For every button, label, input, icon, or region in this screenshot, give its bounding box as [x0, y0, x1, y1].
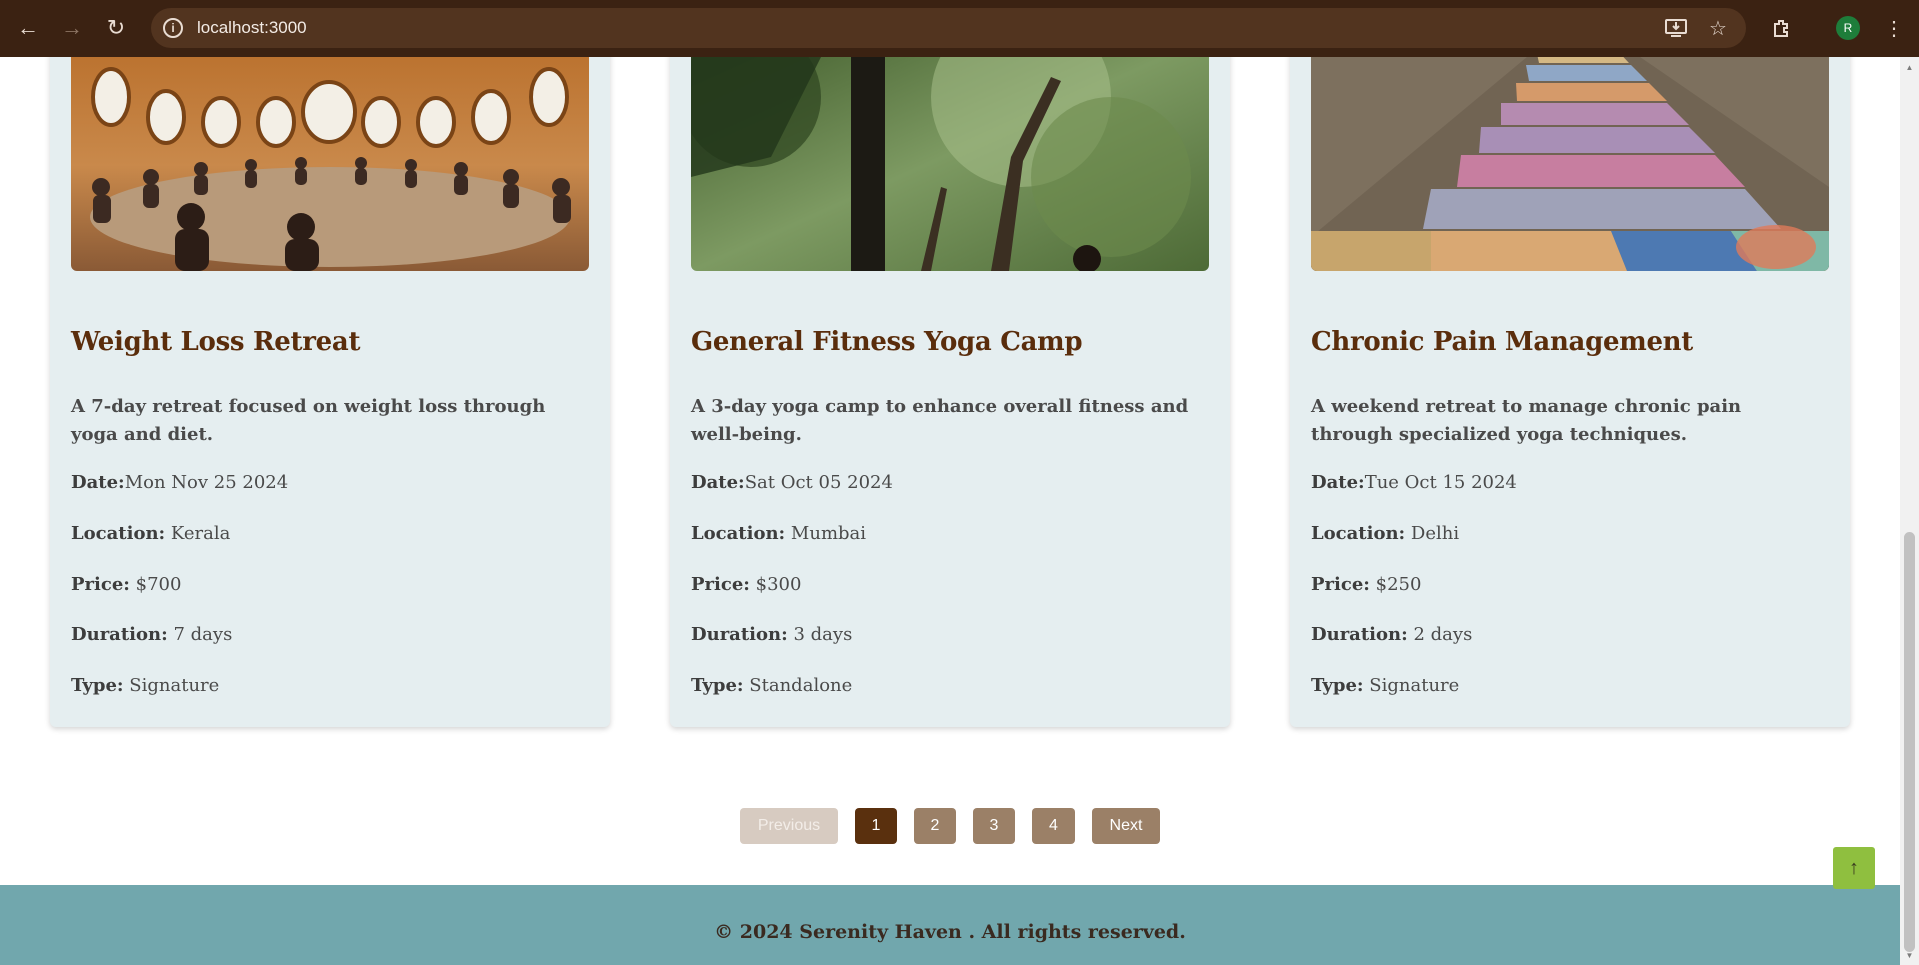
retreat-type: Type: Standalone — [691, 675, 852, 696]
forward-icon[interactable]: → — [52, 8, 92, 48]
retreat-duration: Duration: 7 days — [71, 624, 232, 645]
duration-label: Duration: — [691, 624, 788, 645]
retreat-location: Location: Kerala — [71, 523, 230, 544]
retreat-type: Type: Signature — [1311, 675, 1459, 696]
page-scrollbar[interactable]: ▲ ▼ — [1900, 57, 1919, 965]
copyright-text: © 2024 Serenity Haven . All rights reser… — [714, 920, 1186, 943]
retreat-image — [71, 57, 589, 271]
previous-page-button[interactable]: Previous — [740, 808, 838, 844]
retreat-price: Price: $700 — [71, 574, 181, 595]
retreat-location: Location: Delhi — [1311, 523, 1459, 544]
type-label: Type: — [691, 675, 744, 696]
location-value: Delhi — [1410, 523, 1460, 544]
duration-value: 3 days — [793, 624, 853, 645]
retreat-image — [691, 57, 1209, 271]
type-label: Type: — [1311, 675, 1364, 696]
retreat-description: A 7-day retreat focused on weight loss t… — [71, 396, 546, 445]
retreat-title: General Fitness Yoga Camp — [691, 327, 1083, 357]
retreat-title: Weight Loss Retreat — [71, 327, 361, 357]
duration-label: Duration: — [71, 624, 168, 645]
price-value: $300 — [755, 574, 802, 595]
retreat-image — [1311, 57, 1829, 271]
retreat-date: Date:Mon Nov 25 2024 — [71, 472, 288, 493]
type-value: Signature — [1369, 675, 1460, 696]
back-icon[interactable]: ← — [8, 8, 48, 48]
price-value: $250 — [1375, 574, 1422, 595]
retreat-description: A weekend retreat to manage chronic pain… — [1311, 396, 1742, 445]
date-label: Date: — [691, 472, 745, 493]
retreat-price: Price: $250 — [1311, 574, 1421, 595]
type-value: Standalone — [749, 675, 853, 696]
site-info-icon[interactable]: i — [163, 18, 183, 38]
type-value: Signature — [129, 675, 220, 696]
duration-value: 7 days — [173, 624, 233, 645]
duration-value: 2 days — [1413, 624, 1473, 645]
date-label: Date: — [1311, 472, 1365, 493]
back-to-top-button[interactable]: ↑ — [1833, 847, 1875, 889]
page-content: Weight Loss Retreat A 7-day retreat focu… — [0, 57, 1900, 965]
pagination: Previous 1 2 3 4 Next — [0, 808, 1900, 844]
retreat-card[interactable]: Chronic Pain Management A weekend retrea… — [1290, 57, 1850, 727]
retreat-title: Chronic Pain Management — [1311, 327, 1693, 357]
page-button-4[interactable]: 4 — [1032, 808, 1075, 844]
profile-avatar[interactable]: R — [1836, 16, 1860, 40]
extensions-icon[interactable] — [1768, 14, 1796, 42]
more-menu-icon[interactable]: ⋮ — [1880, 14, 1908, 42]
duration-label: Duration: — [1311, 624, 1408, 645]
browser-toolbar: ← → ↻ i localhost:3000 ☆ R ⋮ — [0, 0, 1919, 57]
page-button-1[interactable]: 1 — [855, 808, 897, 844]
site-footer: © 2024 Serenity Haven . All rights reser… — [0, 885, 1900, 965]
retreat-card[interactable]: Weight Loss Retreat A 7-day retreat focu… — [50, 57, 610, 727]
date-value: Sat Oct 05 2024 — [744, 472, 893, 493]
location-label: Location: — [691, 523, 786, 544]
retreat-date: Date:Sat Oct 05 2024 — [691, 472, 893, 493]
scroll-up-icon[interactable]: ▲ — [1904, 61, 1915, 73]
scrollbar-thumb[interactable] — [1904, 532, 1915, 952]
date-label: Date: — [71, 472, 125, 493]
scroll-down-icon[interactable]: ▼ — [1904, 949, 1915, 961]
retreat-card[interactable]: General Fitness Yoga Camp A 3-day yoga c… — [670, 57, 1230, 727]
date-value: Mon Nov 25 2024 — [124, 472, 289, 493]
retreat-description: A 3-day yoga camp to enhance overall fit… — [691, 396, 1189, 445]
retreat-price: Price: $300 — [691, 574, 801, 595]
address-bar[interactable]: i localhost:3000 — [151, 8, 1746, 48]
price-value: $700 — [135, 574, 182, 595]
price-label: Price: — [1311, 574, 1370, 595]
page-button-3[interactable]: 3 — [973, 808, 1015, 844]
reload-icon[interactable]: ↻ — [96, 8, 136, 48]
retreat-duration: Duration: 2 days — [1311, 624, 1472, 645]
retreat-location: Location: Mumbai — [691, 523, 866, 544]
location-label: Location: — [1311, 523, 1406, 544]
retreat-type: Type: Signature — [71, 675, 219, 696]
type-label: Type: — [71, 675, 124, 696]
bookmark-star-icon[interactable]: ☆ — [1704, 14, 1732, 42]
location-label: Location: — [71, 523, 166, 544]
price-label: Price: — [71, 574, 130, 595]
url-text[interactable]: localhost:3000 — [197, 18, 307, 38]
next-page-button[interactable]: Next — [1092, 808, 1160, 844]
date-value: Tue Oct 15 2024 — [1364, 472, 1517, 493]
page-button-2[interactable]: 2 — [914, 808, 956, 844]
retreat-date: Date:Tue Oct 15 2024 — [1311, 472, 1517, 493]
install-app-icon[interactable] — [1662, 14, 1690, 42]
price-label: Price: — [691, 574, 750, 595]
location-value: Mumbai — [790, 523, 867, 544]
location-value: Kerala — [170, 523, 231, 544]
retreat-duration: Duration: 3 days — [691, 624, 852, 645]
